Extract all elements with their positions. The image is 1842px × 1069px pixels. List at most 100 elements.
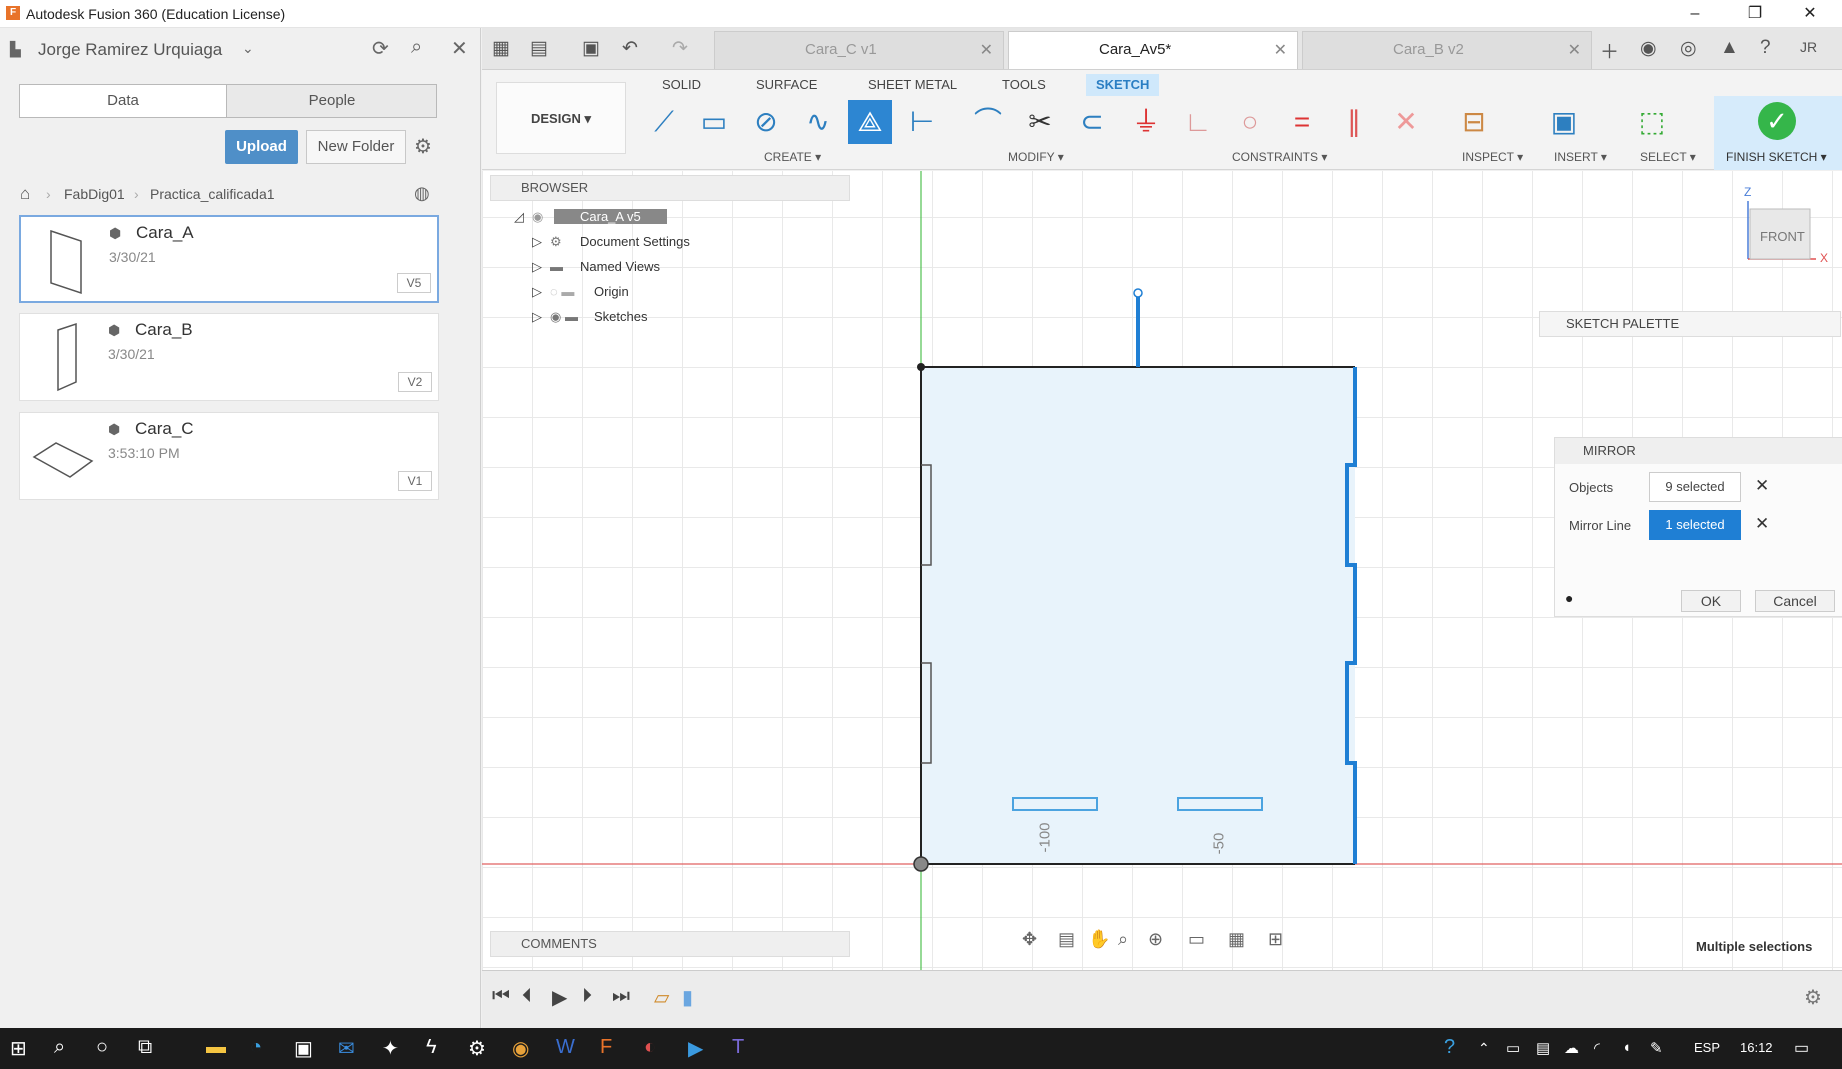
help-tray-icon[interactable]: ? bbox=[1444, 1036, 1455, 1059]
insert-image-icon[interactable]: ▣ bbox=[1542, 100, 1586, 144]
browser-item-origin[interactable]: ▷ ◌ ▬ Origin bbox=[532, 280, 629, 304]
chrome-icon[interactable]: ◉ bbox=[512, 1036, 529, 1061]
trim-tool-icon[interactable]: ✂ bbox=[1018, 100, 1062, 144]
chevron-down-icon[interactable]: ⌄ bbox=[242, 40, 254, 57]
comments-panel[interactable]: COMMENTS bbox=[490, 931, 850, 957]
sketch-dimension-icon[interactable]: ⊢ bbox=[900, 100, 944, 144]
doc-tab-cara-c[interactable]: Cara_C v1 ✕ bbox=[714, 31, 1004, 69]
version-badge[interactable]: V5 bbox=[397, 273, 431, 293]
view-cube[interactable]: Z X FRONT bbox=[1740, 185, 1830, 269]
clear-objects-icon[interactable]: ✕ bbox=[1755, 476, 1769, 496]
eye-icon[interactable]: ◉ bbox=[532, 205, 554, 229]
tab-data[interactable]: Data bbox=[20, 85, 227, 117]
bolt-app-icon[interactable]: ϟ bbox=[426, 1036, 437, 1059]
tray-app-icon[interactable]: ▤ bbox=[1536, 1039, 1550, 1057]
close-panel-icon[interactable]: ✕ bbox=[451, 36, 468, 61]
view-cube-face[interactable]: FRONT bbox=[1760, 229, 1805, 244]
file-menu-icon[interactable]: ▤ bbox=[530, 37, 548, 60]
timeline-settings-icon[interactable]: ⚙ bbox=[1804, 985, 1822, 1010]
parallel-constraint-icon[interactable]: ∥ bbox=[1332, 100, 1376, 144]
tray-chevron-icon[interactable]: ⌃ bbox=[1478, 1040, 1490, 1057]
design-canvas[interactable]: -100 -50 BROWSER ◿ ◉ Cara_A v5 ▷ ⚙ Document … bbox=[482, 171, 1842, 970]
orbit-icon[interactable]: ✥ bbox=[1022, 929, 1037, 950]
grid-settings-icon[interactable]: ▦ bbox=[1228, 929, 1245, 950]
expand-icon[interactable]: ▷ bbox=[532, 305, 550, 329]
file-explorer-icon[interactable]: ▬ bbox=[206, 1036, 226, 1059]
equal-constraint-icon[interactable]: = bbox=[1280, 100, 1324, 144]
select-tool-icon[interactable]: ⬚ bbox=[1630, 100, 1674, 144]
restore-button[interactable]: ❐ bbox=[1735, 2, 1775, 26]
play-icon[interactable]: ▶ bbox=[552, 985, 567, 1010]
file-card-cara-b[interactable]: ⬢ Cara_B 3/30/21 V2 bbox=[19, 313, 439, 401]
spline-tool-icon[interactable]: ∿ bbox=[796, 100, 840, 144]
clock[interactable]: 16:12 bbox=[1740, 1040, 1773, 1055]
close-tab-icon[interactable]: ✕ bbox=[1274, 40, 1287, 60]
settings-icon[interactable]: ⚙ bbox=[468, 1036, 486, 1061]
breadcrumb-fabdig01[interactable]: FabDig01 bbox=[64, 186, 125, 202]
tab-surface[interactable]: SURFACE bbox=[746, 74, 827, 96]
version-badge[interactable]: V2 bbox=[398, 372, 432, 392]
close-window-button[interactable]: ✕ bbox=[1790, 2, 1830, 26]
cancel-button[interactable]: Cancel bbox=[1755, 590, 1835, 612]
clear-mirror-line-icon[interactable]: ✕ bbox=[1755, 514, 1769, 534]
mirror-line-selector[interactable]: 1 selected bbox=[1649, 510, 1741, 540]
close-tab-icon[interactable]: ✕ bbox=[980, 40, 993, 60]
wifi-icon[interactable]: ◜ bbox=[1594, 1039, 1600, 1057]
fusion-taskbar-icon[interactable]: F bbox=[600, 1036, 612, 1059]
create-group-label[interactable]: CREATE ▾ bbox=[764, 150, 821, 164]
battery-icon[interactable]: ▭ bbox=[1506, 1039, 1520, 1057]
save-icon[interactable]: ▣ bbox=[582, 37, 600, 60]
tab-solid[interactable]: SOLID bbox=[652, 74, 711, 96]
home-icon[interactable]: ⌂ bbox=[20, 184, 30, 204]
breadcrumb-practica[interactable]: Practica_calificada1 bbox=[150, 186, 275, 202]
extensions-icon[interactable]: ◎ bbox=[1680, 37, 1697, 60]
dropbox-icon[interactable]: ✦ bbox=[382, 1036, 399, 1061]
user-name[interactable]: Jorge Ramirez Urquiaga bbox=[38, 40, 222, 60]
version-badge[interactable]: V1 bbox=[398, 471, 432, 491]
coincident-constraint-icon[interactable]: ∟ bbox=[1176, 100, 1220, 144]
objects-selector[interactable]: 9 selected bbox=[1649, 472, 1741, 502]
select-group-label[interactable]: SELECT ▾ bbox=[1640, 150, 1696, 164]
mail-icon[interactable]: ✉ bbox=[338, 1036, 355, 1061]
mirror-dialog-title[interactable]: MIRROR bbox=[1555, 438, 1842, 464]
tangent-constraint-icon[interactable]: ○ bbox=[1228, 100, 1272, 144]
browser-item-sketches[interactable]: ▷ ◉ ▬ Sketches bbox=[532, 305, 647, 329]
app-icon[interactable]: ▶ bbox=[688, 1036, 703, 1061]
tab-people[interactable]: People bbox=[228, 85, 436, 117]
info-icon[interactable]: ● bbox=[1565, 590, 1573, 606]
new-tab-icon[interactable]: ＋ bbox=[1600, 37, 1619, 64]
refresh-icon[interactable]: ⟳ bbox=[372, 36, 389, 61]
snip-icon[interactable]: ◐ bbox=[644, 1036, 656, 1059]
insert-group-label[interactable]: INSERT ▾ bbox=[1554, 150, 1607, 164]
notifications-center-icon[interactable]: ▭ bbox=[1794, 1038, 1809, 1058]
onedrive-icon[interactable]: ☁ bbox=[1564, 1039, 1579, 1057]
perpendicular-constraint-icon[interactable]: ✕ bbox=[1384, 100, 1428, 144]
circle-tool-icon[interactable]: ⊘ bbox=[744, 100, 788, 144]
minimize-button[interactable]: – bbox=[1675, 2, 1715, 26]
step-back-icon[interactable]: ⏴ bbox=[522, 985, 532, 1008]
volume-icon[interactable]: ◖ bbox=[1622, 1039, 1631, 1056]
measure-tool-icon[interactable]: ⊟ bbox=[1452, 100, 1496, 144]
doc-tab-cara-b[interactable]: Cara_B v2 ✕ bbox=[1302, 31, 1592, 69]
timeline-marker-icon[interactable]: ▮ bbox=[682, 985, 693, 1010]
go-to-end-icon[interactable]: ⏭ bbox=[612, 985, 630, 1008]
pan-icon[interactable]: ✋ bbox=[1088, 929, 1110, 950]
search-icon[interactable]: ⌕ bbox=[54, 1036, 65, 1059]
language-indicator[interactable]: ESP bbox=[1694, 1040, 1720, 1055]
modify-group-label[interactable]: MODIFY ▾ bbox=[1008, 150, 1064, 164]
doc-tab-cara-a[interactable]: Cara_Av5* ✕ bbox=[1008, 31, 1298, 69]
browser-item-named-views[interactable]: ▷ ▬ Named Views bbox=[532, 255, 660, 279]
sketch-palette[interactable]: SKETCH PALETTE bbox=[1539, 311, 1841, 337]
timeline-sketch-feature-icon[interactable]: ▱ bbox=[654, 985, 669, 1010]
task-view-icon[interactable]: ⧉ bbox=[138, 1036, 152, 1059]
redo-icon[interactable]: ↷ bbox=[672, 37, 688, 60]
help-icon[interactable]: ? bbox=[1760, 37, 1771, 59]
word-icon[interactable]: W bbox=[556, 1036, 575, 1059]
line-tool-icon[interactable]: ⟋ bbox=[642, 100, 686, 144]
rectangle-tool-icon[interactable]: ▭ bbox=[692, 100, 736, 144]
constraints-group-label[interactable]: CONSTRAINTS ▾ bbox=[1232, 150, 1327, 164]
job-status-icon[interactable]: ◉ bbox=[1640, 37, 1657, 60]
mirror-tool-icon[interactable]: ⟁ bbox=[848, 100, 892, 144]
browser-title[interactable]: BROWSER bbox=[490, 175, 850, 201]
upload-button[interactable]: Upload bbox=[225, 130, 298, 164]
